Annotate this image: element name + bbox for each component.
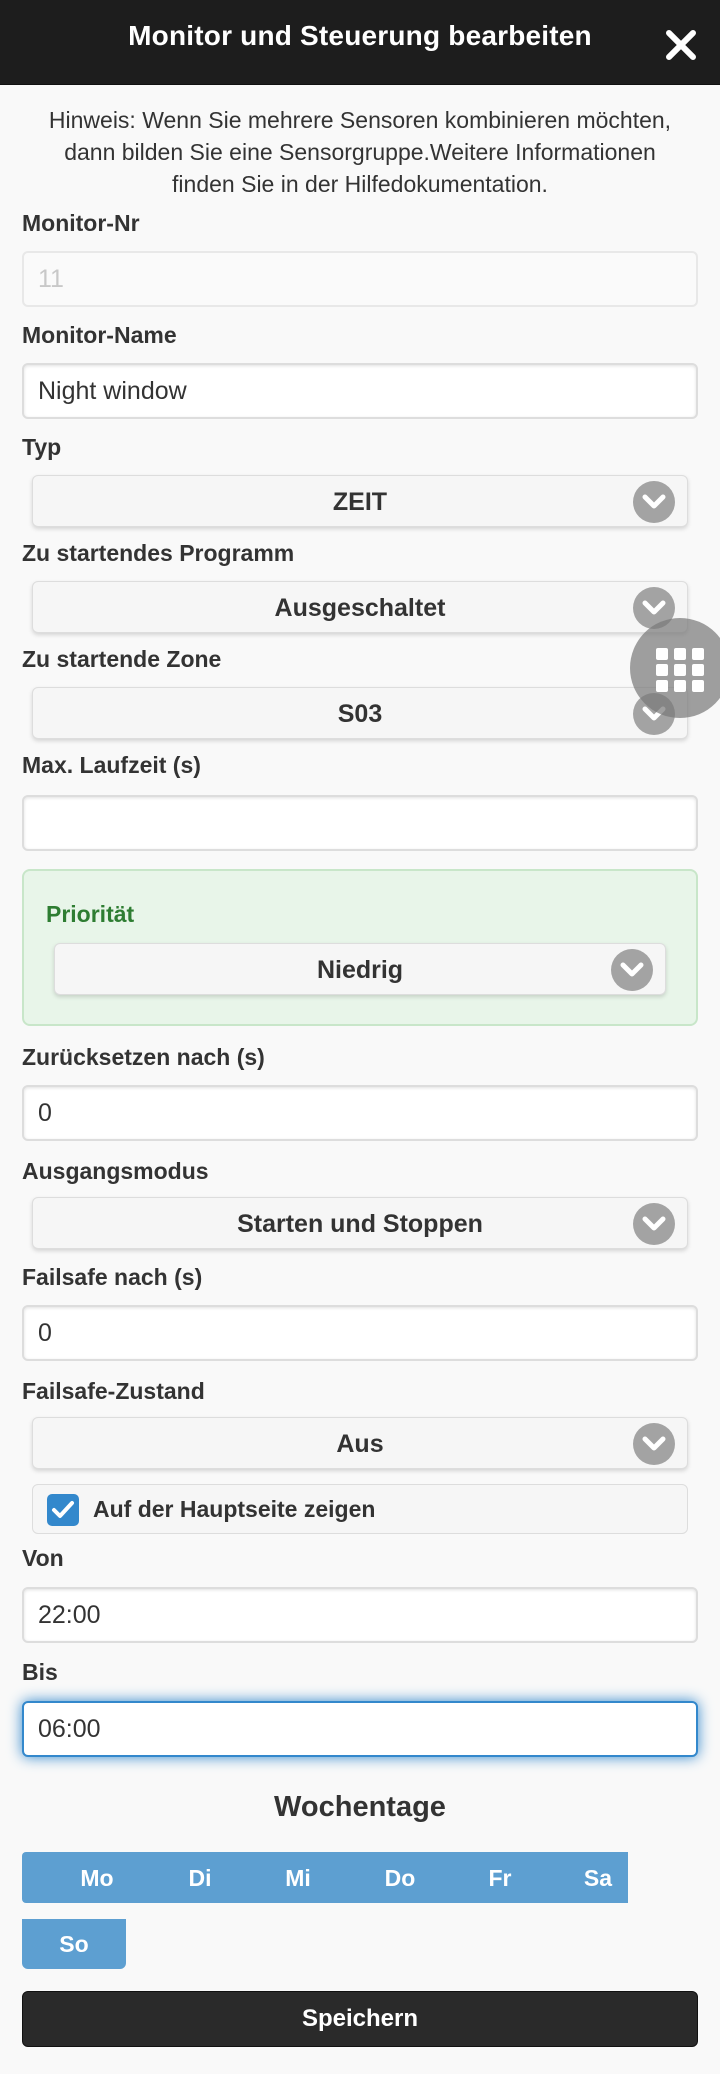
weekday-di[interactable]: Di: [170, 1865, 230, 1892]
grid-menu-icon[interactable]: [630, 618, 720, 718]
ausgangsmodus-select[interactable]: Starten und Stoppen: [32, 1197, 688, 1249]
weekday-fr[interactable]: Fr: [470, 1865, 530, 1892]
zuruecksetzen-label: Zurücksetzen nach (s): [22, 1044, 265, 1070]
chevron-down-icon: [611, 949, 653, 991]
typ-label: Typ: [22, 434, 62, 460]
failsafe-nach-field[interactable]: 0: [22, 1305, 698, 1361]
save-button[interactable]: Speichern: [22, 1991, 698, 2047]
monitor-nr-label: Monitor-Nr: [22, 210, 140, 236]
zone-value: S03: [337, 700, 383, 728]
priority-panel: Priorität Niedrig: [22, 869, 698, 1026]
failsafe-zustand-label: Failsafe-Zustand: [22, 1378, 205, 1404]
zone-select[interactable]: S03: [32, 687, 688, 739]
weekdays-title: Wochentage: [274, 1791, 446, 1823]
chevron-down-icon: [633, 1423, 675, 1465]
close-icon[interactable]: [664, 28, 698, 62]
chevron-down-icon: [633, 481, 675, 523]
monitor-nr-field: 11: [22, 251, 698, 307]
weekday-do[interactable]: Do: [370, 1865, 430, 1892]
weekday-so[interactable]: So: [22, 1919, 126, 1969]
programm-label: Zu startendes Programm: [22, 540, 295, 566]
von-field[interactable]: 22:00: [22, 1587, 698, 1643]
hauptseite-checkbox-row[interactable]: Auf der Hauptseite zeigen: [32, 1484, 688, 1534]
weekday-mi[interactable]: Mi: [268, 1865, 328, 1892]
ausgangsmodus-value: Starten und Stoppen: [237, 1210, 483, 1238]
monitor-name-label: Monitor-Name: [22, 322, 177, 348]
dialog-header: Monitor und Steuerung bearbeiten: [0, 0, 720, 85]
failsafe-zustand-value: Aus: [336, 1430, 384, 1458]
dialog-title: Monitor und Steuerung bearbeiten: [128, 20, 592, 51]
monitor-name-field[interactable]: Night window: [22, 363, 698, 419]
zone-label: Zu startende Zone: [22, 646, 222, 672]
failsafe-zustand-select[interactable]: Aus: [32, 1417, 688, 1469]
weekday-sa[interactable]: Sa: [568, 1865, 628, 1892]
typ-select[interactable]: ZEIT: [32, 475, 688, 527]
weekday-mo[interactable]: Mo: [67, 1865, 127, 1892]
priority-label: Priorität: [46, 901, 135, 927]
priority-value: Niedrig: [316, 956, 404, 984]
hauptseite-label: Auf der Hauptseite zeigen: [93, 1496, 376, 1522]
zuruecksetzen-field[interactable]: 0: [22, 1085, 698, 1141]
programm-select[interactable]: Ausgeschaltet: [32, 581, 688, 633]
weekday-group: Mo Di Mi Do Fr Sa: [22, 1852, 628, 1903]
hint-text: Hinweis: Wenn Sie mehrere Sensoren kombi…: [48, 107, 672, 197]
programm-value: Ausgeschaltet: [274, 594, 446, 622]
ausgangsmodus-label: Ausgangsmodus: [22, 1158, 209, 1184]
typ-value: ZEIT: [332, 488, 388, 516]
chevron-down-icon: [633, 1203, 675, 1245]
checkmark-icon[interactable]: [47, 1494, 79, 1526]
max-laufzeit-field[interactable]: [22, 795, 698, 851]
failsafe-nach-label: Failsafe nach (s): [22, 1264, 203, 1290]
priority-select[interactable]: Niedrig: [54, 943, 666, 995]
von-label: Von: [22, 1545, 64, 1571]
bis-label: Bis: [22, 1659, 58, 1685]
bis-field[interactable]: 06:00: [22, 1701, 698, 1757]
max-laufzeit-label: Max. Laufzeit (s): [22, 752, 201, 778]
